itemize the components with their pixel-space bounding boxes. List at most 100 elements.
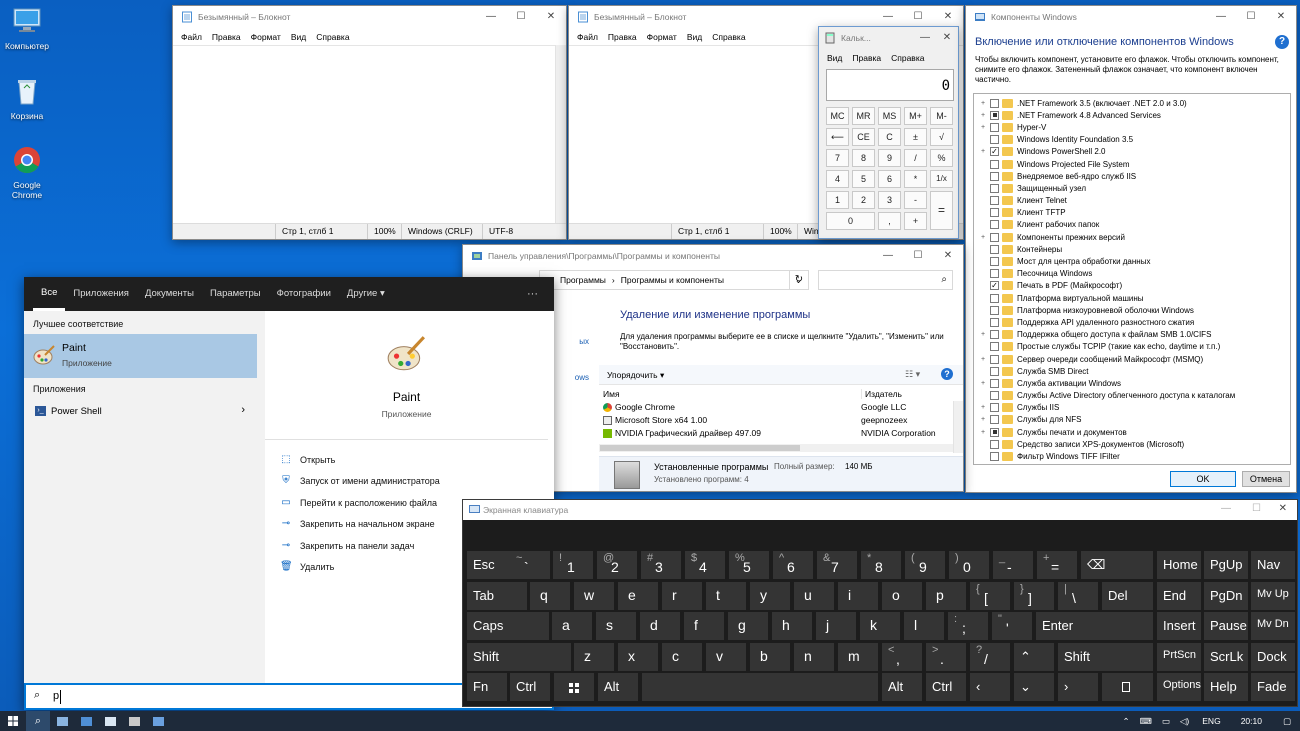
feature-checkbox[interactable]	[990, 366, 999, 376]
chevron-right-icon[interactable]: ›	[241, 404, 245, 416]
key-bksp[interactable]: ⌫	[1081, 551, 1153, 579]
taskbar-app-osk[interactable]	[50, 711, 74, 731]
key-tilde[interactable]: ~ `	[510, 551, 550, 579]
key-rctrl[interactable]: Ctrl	[926, 673, 966, 701]
help-icon[interactable]: ?	[941, 368, 953, 380]
feature-item[interactable]: Клиент TFTP	[978, 207, 1290, 219]
menu-edit[interactable]: Правка	[603, 32, 642, 42]
plus-minus-button[interactable]: ±	[904, 128, 927, 146]
feature-checkbox[interactable]	[990, 208, 999, 218]
feature-item[interactable]: Простые службы TCPIP (такие как echo, da…	[978, 341, 1290, 353]
key-n9[interactable]: (9	[905, 551, 945, 579]
text-area[interactable]	[173, 45, 555, 223]
menu-edit[interactable]: Правка	[847, 53, 886, 63]
feature-checkbox[interactable]	[990, 244, 999, 254]
digit-9-button[interactable]: 9	[878, 149, 901, 167]
expand-icon[interactable]: +	[978, 429, 988, 436]
key-dot[interactable]: >.	[926, 643, 966, 671]
feature-item[interactable]: + Службы печати и документов	[978, 426, 1290, 438]
left-link-2[interactable]: ows	[575, 373, 589, 382]
ok-button[interactable]: OK	[1170, 471, 1236, 487]
minimize-button[interactable]: —	[914, 27, 936, 49]
feature-item[interactable]: Платформа виртуальной машины	[978, 292, 1290, 304]
desktop-icon-chrome[interactable]: Google Chrome	[0, 145, 54, 200]
feature-checkbox[interactable]: ✓	[990, 147, 999, 157]
taskbar-app-calculator[interactable]	[122, 711, 146, 731]
add-button[interactable]: +	[904, 212, 927, 230]
network-icon[interactable]: ▭	[1157, 716, 1175, 727]
key-a[interactable]: a	[552, 612, 592, 640]
feature-checkbox[interactable]	[990, 110, 999, 120]
menu-view[interactable]: Вид	[682, 32, 707, 42]
m-minus-button[interactable]: M-	[930, 107, 953, 125]
key-dock[interactable]: Dock	[1251, 643, 1295, 671]
action-open[interactable]: ⬚ Открыть	[280, 449, 440, 471]
feature-checkbox[interactable]	[990, 452, 999, 462]
menu-format[interactable]: Формат	[642, 32, 682, 42]
feature-checkbox[interactable]	[990, 98, 999, 108]
key-left[interactable]: ‹	[970, 673, 1010, 701]
more-options-button[interactable]: ···	[527, 277, 538, 311]
taskbar-search-button[interactable]: ⌕	[26, 711, 50, 731]
close-button[interactable]: ✕	[536, 6, 566, 28]
digit-7-button[interactable]: 7	[826, 149, 849, 167]
feature-item[interactable]: + Службы IIS	[978, 402, 1290, 414]
breadcrumb-programs-features[interactable]: Программы и компоненты	[621, 275, 724, 285]
expand-icon[interactable]: +	[978, 404, 988, 411]
key-up[interactable]: ⌃	[1014, 643, 1054, 671]
percent-button[interactable]: %	[930, 149, 953, 167]
key-right[interactable]: ›	[1058, 673, 1098, 701]
menu-edit[interactable]: Правка	[207, 32, 246, 42]
feature-item[interactable]: ✓ Печать в PDF (Майкрософт)	[978, 280, 1290, 292]
tab-settings[interactable]: Параметры	[202, 277, 269, 311]
key-f[interactable]: f	[684, 612, 724, 640]
table-row[interactable]: Microsoft Store x64 1.00 geepnozeex	[599, 414, 963, 427]
multiply-button[interactable]: *	[904, 170, 927, 188]
key-ralt[interactable]: Alt	[882, 673, 922, 701]
feature-checkbox[interactable]	[990, 171, 999, 181]
digit-2-button[interactable]: 2	[852, 191, 875, 209]
address-bar[interactable]: Программы › Программы и компоненты ⌄	[539, 270, 809, 290]
feature-item[interactable]: Мост для центра обработки данных	[978, 255, 1290, 267]
table-row[interactable]: NVIDIA Графический драйвер 497.09 NVIDIA…	[599, 427, 963, 440]
feature-checkbox[interactable]	[990, 305, 999, 315]
key-z[interactable]: z	[574, 643, 614, 671]
key-mvup[interactable]: Mv Up	[1251, 582, 1295, 610]
feature-item[interactable]: Клиент Telnet	[978, 195, 1290, 207]
help-icon[interactable]: ?	[1275, 35, 1289, 49]
mr-button[interactable]: MR	[852, 107, 875, 125]
feature-item[interactable]: Службы Active Directory облегченного дос…	[978, 390, 1290, 402]
vertical-scrollbar[interactable]	[555, 45, 566, 223]
organize-button[interactable]: Упорядочить ▾	[607, 370, 664, 381]
key-shift[interactable]: Shift	[467, 643, 571, 671]
key-g[interactable]: g	[728, 612, 768, 640]
feature-checkbox[interactable]	[990, 220, 999, 230]
feature-item[interactable]: + Компоненты прежних версий	[978, 231, 1290, 243]
feature-item[interactable]: Поддержка API удаленного разностного сжа…	[978, 316, 1290, 328]
title-bar[interactable]: Безымянный – Блокнот — ☐ ✕	[173, 6, 566, 28]
view-options-icon[interactable]: ☷ ▾	[905, 369, 920, 380]
key-menu[interactable]	[1102, 673, 1153, 701]
expand-icon[interactable]: +	[978, 112, 988, 119]
key-p[interactable]: p	[926, 582, 966, 610]
tab-photos[interactable]: Фотографии	[269, 277, 339, 311]
feature-checkbox[interactable]	[990, 269, 999, 279]
key-bs[interactable]: | \	[1058, 582, 1098, 610]
search-box[interactable]: ⌕	[818, 270, 953, 290]
key-enter[interactable]: Enter	[1036, 612, 1153, 640]
key-m[interactable]: m	[838, 643, 878, 671]
taskbar-app-features[interactable]	[146, 711, 170, 731]
feature-item[interactable]: Защищенный узел	[978, 182, 1290, 194]
title-bar[interactable]: Компоненты Windows — ☐ ✕	[966, 6, 1296, 28]
feature-checkbox[interactable]	[990, 159, 999, 169]
menu-format[interactable]: Формат	[246, 32, 286, 42]
column-name[interactable]: Имя	[603, 389, 620, 399]
column-publisher[interactable]: Издатель	[861, 389, 902, 399]
key-del[interactable]: Del	[1102, 582, 1153, 610]
expand-icon[interactable]: +	[978, 416, 988, 423]
digit-3-button[interactable]: 3	[878, 191, 901, 209]
key-w[interactable]: w	[574, 582, 614, 610]
desktop-icon-recycle-bin[interactable]: Корзина	[0, 76, 54, 121]
left-link-1[interactable]: ых	[579, 337, 589, 346]
maximize-button[interactable]: ☐	[903, 245, 933, 267]
